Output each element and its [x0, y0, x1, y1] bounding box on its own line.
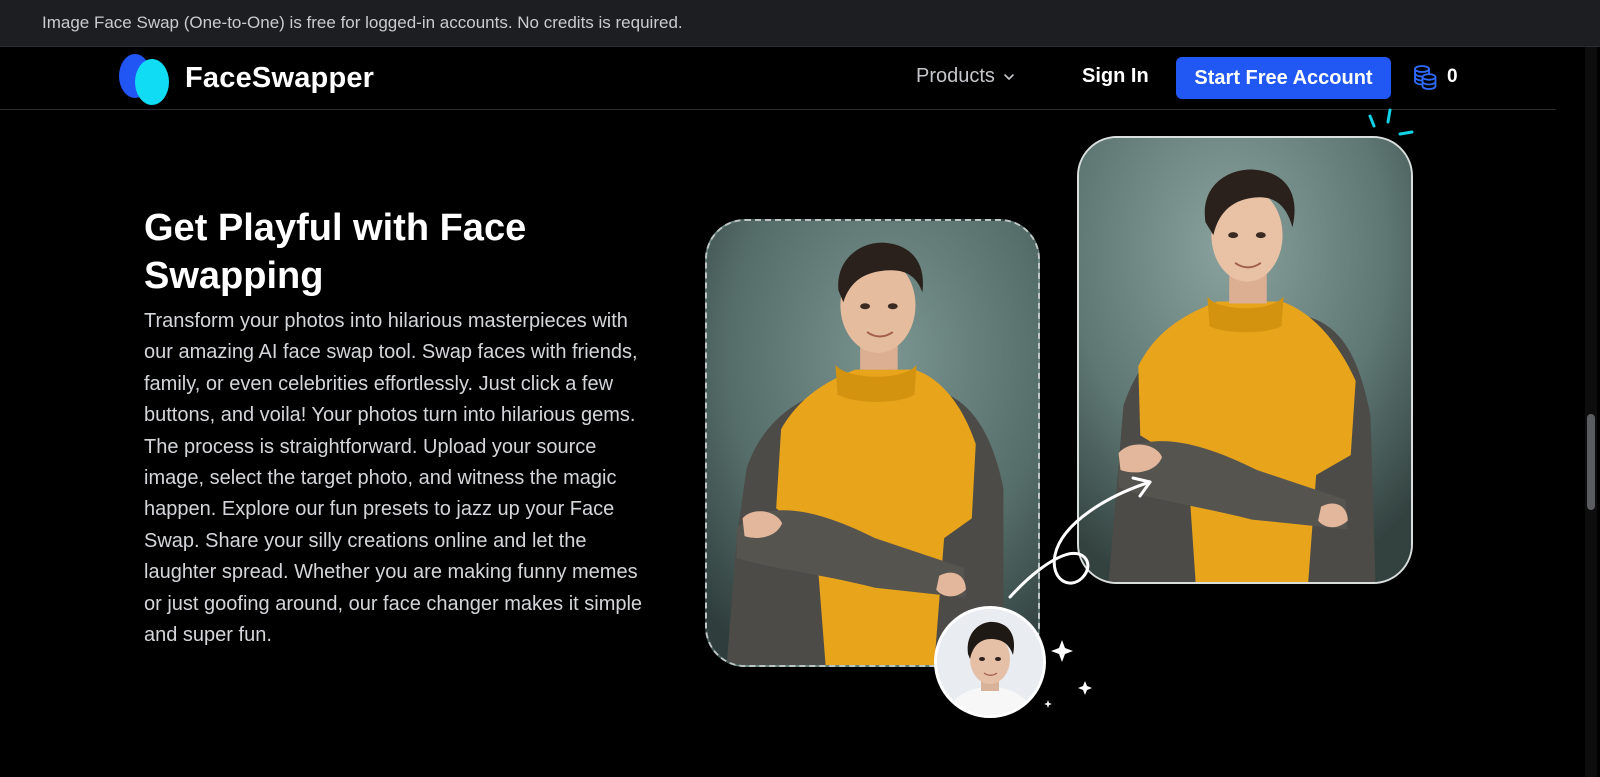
hero-title: Get Playful with Face Swapping	[144, 207, 527, 297]
sign-in-link[interactable]: Sign In	[1082, 65, 1149, 88]
target-photo-illustration	[707, 221, 1038, 665]
brand-logo-icon	[119, 52, 171, 105]
top-navbar: FaceSwapper Products Sign In Start Free …	[0, 47, 1556, 110]
products-menu-label: Products	[916, 65, 995, 87]
hero-description: Transform your photos into hilarious mas…	[144, 310, 643, 647]
scrollbar-track[interactable]	[1585, 47, 1597, 777]
target-photo-card	[705, 219, 1040, 667]
sparkle-icon	[1044, 640, 1092, 708]
announcement-bar: Image Face Swap (One-to-One) is free for…	[0, 0, 1600, 47]
result-photo-card	[1077, 136, 1413, 584]
source-face-avatar	[934, 606, 1046, 718]
credits-indicator[interactable]: 0	[1413, 64, 1458, 90]
accent-ticks-icon	[1368, 108, 1414, 136]
brand-logo[interactable]: FaceSwapper	[119, 52, 375, 105]
source-face-illustration	[937, 609, 1043, 715]
brand-name: FaceSwapper	[185, 61, 375, 94]
chevron-down-icon	[1004, 73, 1014, 80]
credits-count: 0	[1447, 66, 1458, 87]
products-menu[interactable]: Products	[916, 65, 1015, 88]
announcement-text: Image Face Swap (One-to-One) is free for…	[42, 13, 683, 32]
start-free-account-button[interactable]: Start Free Account	[1176, 57, 1391, 99]
coins-stack-icon	[1414, 65, 1437, 90]
result-photo-illustration	[1079, 138, 1411, 582]
scrollbar-thumb[interactable]	[1587, 414, 1595, 510]
